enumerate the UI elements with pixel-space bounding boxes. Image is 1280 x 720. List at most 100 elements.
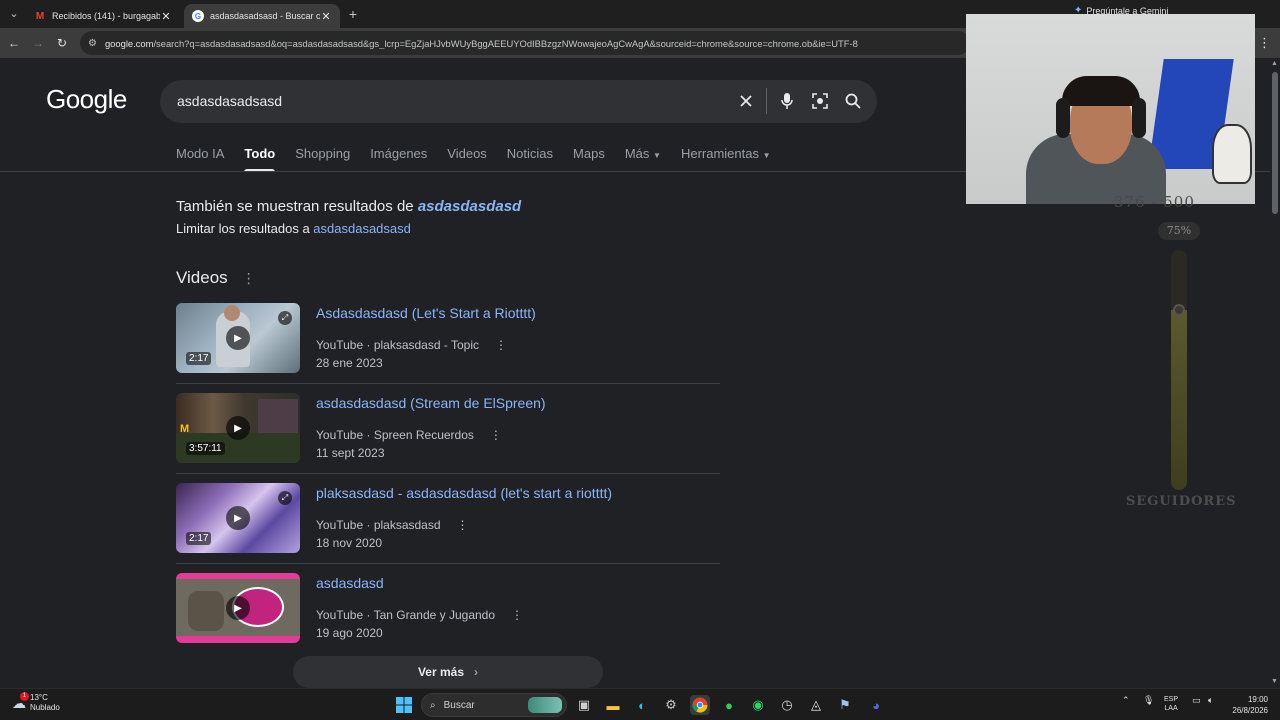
caret-down-icon: ▼ — [653, 151, 661, 160]
webcam-overlay — [966, 14, 1255, 204]
search-icon[interactable] — [842, 90, 864, 112]
tab-google-search[interactable]: G asdasdasadsasd - Buscar con Goo ✕ — [184, 4, 340, 28]
video-thumbnail[interactable]: ▶ ⤢ 2:17 — [176, 483, 300, 553]
search-input[interactable]: asdasdasadsasd — [160, 80, 877, 123]
tab-noticias[interactable]: Noticias — [507, 146, 553, 172]
tab-imagenes[interactable]: Imágenes — [370, 146, 427, 172]
video-title[interactable]: Asdasdasdasd (Let's Start a Riotttt) — [316, 305, 536, 321]
settings-icon[interactable]: ⚙ — [661, 695, 681, 715]
original-query-link[interactable]: asdasdasadsasd — [313, 221, 411, 236]
tab-videos[interactable]: Videos — [447, 146, 487, 172]
gauge-fill — [1171, 310, 1187, 490]
windows-start-icon[interactable] — [394, 695, 414, 715]
forward-icon[interactable]: → — [30, 35, 46, 51]
video-date: 18 nov 2020 — [316, 536, 383, 550]
scrollbar-thumb[interactable] — [1272, 72, 1278, 214]
scroll-down-icon[interactable]: ▼ — [1271, 678, 1278, 685]
video-duration: 2:17 — [186, 532, 212, 545]
limit-notice: Limitar los resultados a asdasdasadsasd — [176, 221, 411, 236]
taskbar-search[interactable]: ⌕ Buscar — [421, 693, 567, 717]
divider — [176, 473, 720, 474]
spelling-notice: También se muestran resultados de asdasd… — [176, 198, 522, 215]
divider — [176, 563, 720, 564]
more-options-icon[interactable]: ⋮ — [490, 428, 502, 442]
video-result[interactable]: M ▶ 3:57:11 asdasdasdasd (Stream de ElSp… — [176, 393, 720, 483]
tab-mas[interactable]: Más ▼ — [625, 146, 661, 172]
video-title[interactable]: asdasdasdasd (Stream de ElSpreen) — [316, 395, 546, 411]
video-source: YouTube · Tan Grande y Jugando ⋮ — [316, 608, 524, 622]
app-icon[interactable]: ◬ — [806, 695, 826, 715]
play-icon: ▶ — [226, 506, 250, 530]
video-date: 28 ene 2023 — [316, 356, 383, 370]
tab-todo[interactable]: Todo — [244, 146, 275, 172]
camera-lens-icon[interactable] — [809, 90, 831, 112]
search-icon: ⌕ — [430, 699, 436, 711]
video-result[interactable]: ▶ asdasdasd YouTube · Tan Grande y Jugan… — [176, 573, 720, 663]
video-thumbnail[interactable]: ▶ — [176, 573, 300, 643]
gauge-knob — [1173, 304, 1185, 316]
play-icon: ▶ — [226, 326, 250, 350]
scrollbar[interactable]: ▲ ▼ — [1270, 58, 1280, 688]
expand-icon[interactable]: ⤢ — [278, 491, 292, 505]
google-logo[interactable]: Google — [46, 84, 127, 115]
follower-count: 376 - 500 — [1114, 193, 1195, 211]
file-explorer-icon[interactable]: ▬ — [603, 695, 623, 715]
more-options-icon[interactable]: ⋮ — [511, 608, 523, 622]
new-tab-button[interactable]: + — [344, 5, 362, 23]
follower-goal-gauge — [1171, 250, 1187, 490]
weather-widget[interactable]: ☁ 1 13°C Nublado — [12, 691, 60, 713]
task-view-icon[interactable]: ▣ — [574, 695, 594, 715]
chrome-icon[interactable] — [690, 695, 710, 715]
weather-text: 13°C Nublado — [30, 693, 60, 712]
gmail-icon: M — [35, 10, 45, 22]
videos-heading: Videos ⋮ — [176, 268, 256, 287]
more-options-icon[interactable]: ⋮ — [242, 270, 256, 287]
scroll-up-icon[interactable]: ▲ — [1271, 60, 1278, 67]
close-tab-icon[interactable]: ✕ — [320, 10, 332, 23]
search-query[interactable]: asdasdasadsasd — [177, 93, 282, 109]
video-title[interactable]: asdasdasd — [316, 575, 384, 591]
tab-herramientas[interactable]: Herramientas ▼ — [681, 146, 771, 172]
microphone-icon[interactable]: 🎙︎ — [1143, 695, 1154, 706]
browser-menu-icon[interactable]: ⋮ — [1258, 35, 1271, 51]
steam-icon[interactable]: ⚑ — [835, 695, 855, 715]
spotify-icon[interactable]: ● — [719, 695, 739, 715]
video-thumbnail[interactable]: M ▶ 3:57:11 — [176, 393, 300, 463]
site-info-icon[interactable]: ⚙ — [88, 38, 97, 49]
network-icon[interactable]: ▭ — [1192, 695, 1201, 706]
video-result[interactable]: ▶ ⤢ 2:17 plaksasdasd - asdasdasdasd (let… — [176, 483, 720, 573]
goal-percent-badge: 75% — [1158, 222, 1200, 240]
video-result[interactable]: ▶ ⤢ 2:17 Asdasdasdasd (Let's Start a Rio… — [176, 303, 720, 393]
whatsapp-icon[interactable]: ◉ — [748, 695, 768, 715]
tab-search-chevron-icon[interactable]: ⌄ — [6, 6, 22, 22]
more-options-icon[interactable]: ⋮ — [495, 338, 507, 352]
video-source: YouTube · plaksasdasd - Topic ⋮ — [316, 338, 507, 352]
tab-gmail[interactable]: M Recibidos (141) - burgagabriel@ ✕ — [26, 4, 180, 28]
more-videos-button[interactable]: Ver más › — [293, 656, 603, 688]
tab-maps[interactable]: Maps — [573, 146, 605, 172]
reload-icon[interactable]: ↻ — [54, 35, 70, 51]
corrected-query-link[interactable]: asdasdasdasd — [418, 198, 521, 215]
microphone-icon[interactable] — [776, 90, 798, 112]
show-hidden-icons-icon[interactable]: ⌃ — [1122, 695, 1130, 706]
clear-icon[interactable] — [735, 90, 757, 112]
volume-icon[interactable]: 🔈︎ — [1208, 695, 1213, 706]
tab-modo-ia[interactable]: Modo IA — [176, 146, 224, 172]
close-tab-icon[interactable]: ✕ — [160, 10, 172, 23]
tab-shopping[interactable]: Shopping — [295, 146, 350, 172]
video-source: YouTube · plaksasdasd ⋮ — [316, 518, 469, 532]
more-options-icon[interactable]: ⋮ — [457, 518, 469, 532]
video-thumbnail[interactable]: ▶ ⤢ 2:17 — [176, 303, 300, 373]
url-field[interactable]: ⚙ google.com/search?q=asdasdasadsasd&oq=… — [80, 31, 970, 55]
tab-title: asdasdasadsasd - Buscar con Goo — [210, 11, 320, 21]
tab-title: Recibidos (141) - burgagabriel@ — [52, 11, 160, 21]
search-highlight-icon — [528, 697, 562, 713]
taskbar-clock[interactable]: 19:00 26/8/2026 — [1228, 694, 1268, 716]
back-icon[interactable]: ← — [6, 35, 22, 51]
clock-app-icon[interactable]: ◷ — [777, 695, 797, 715]
edge-icon[interactable]: ◐ — [632, 695, 652, 715]
video-title[interactable]: plaksasdasd - asdasdasdasd (let's start … — [316, 485, 612, 501]
language-indicator[interactable]: ESP LAA — [1164, 695, 1178, 713]
expand-icon[interactable]: ⤢ — [278, 311, 292, 325]
discord-icon[interactable]: ◕ — [866, 695, 886, 715]
